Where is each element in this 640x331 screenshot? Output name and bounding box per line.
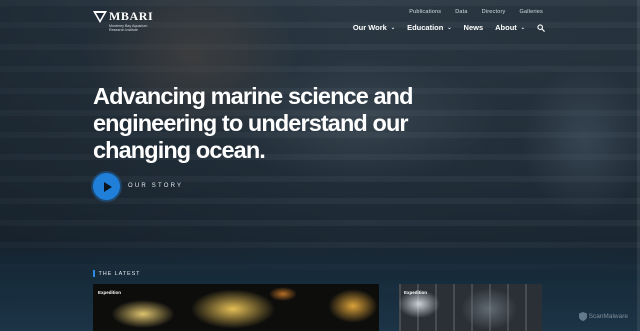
- latest-label: THE LATEST: [98, 270, 141, 277]
- hero-headline: Advancing marine science and engineering…: [93, 83, 413, 163]
- chevron-down-icon: ⌄: [520, 25, 525, 31]
- nav-label: About: [495, 23, 517, 32]
- nav-item-our-work[interactable]: Our Work ⌄: [353, 23, 395, 32]
- util-link-directory[interactable]: Directory: [482, 9, 506, 15]
- nav-item-about[interactable]: About ⌄: [495, 23, 525, 32]
- logo-mark-icon: [93, 11, 107, 23]
- shield-icon: [578, 312, 587, 321]
- nav-label: News: [463, 23, 484, 32]
- nav-item-news[interactable]: News: [464, 23, 484, 32]
- watermark-text: ScanMalware: [588, 313, 628, 320]
- util-link-data[interactable]: Data: [455, 9, 467, 15]
- our-story-label[interactable]: OUR STORY: [128, 183, 183, 189]
- latest-card[interactable]: Expedition: [93, 284, 379, 331]
- card-tag: Expedition: [404, 290, 428, 295]
- main-nav: Our Work ⌄ Education ⌄ News About ⌄: [353, 23, 545, 32]
- section-accent-bar: [93, 270, 95, 277]
- our-story-play-button[interactable]: [93, 173, 120, 200]
- util-link-galleries[interactable]: Galleries: [519, 9, 543, 15]
- utility-nav: Publications Data Directory Galleries: [409, 9, 543, 15]
- util-link-publications[interactable]: Publications: [409, 9, 441, 15]
- latest-card[interactable]: Expedition: [399, 284, 542, 331]
- site-logo[interactable]: MBARI Monterey Bay Aquarium Research Ins…: [93, 10, 153, 33]
- nav-item-education[interactable]: Education ⌄: [407, 23, 451, 32]
- search-icon[interactable]: [537, 23, 545, 32]
- nav-label: Education: [407, 23, 444, 32]
- logo-wordmark: MBARI: [109, 9, 154, 23]
- logo-subtitle-2: Research Institute: [109, 28, 138, 33]
- watermark: ScanMalware: [578, 312, 628, 321]
- play-icon: [103, 181, 112, 192]
- latest-section-heading: THE LATEST: [93, 270, 140, 277]
- chevron-down-icon: ⌄: [447, 25, 452, 31]
- chevron-down-icon: ⌄: [390, 25, 396, 31]
- nav-label: Our Work: [352, 23, 387, 32]
- card-tag: Expedition: [98, 290, 122, 295]
